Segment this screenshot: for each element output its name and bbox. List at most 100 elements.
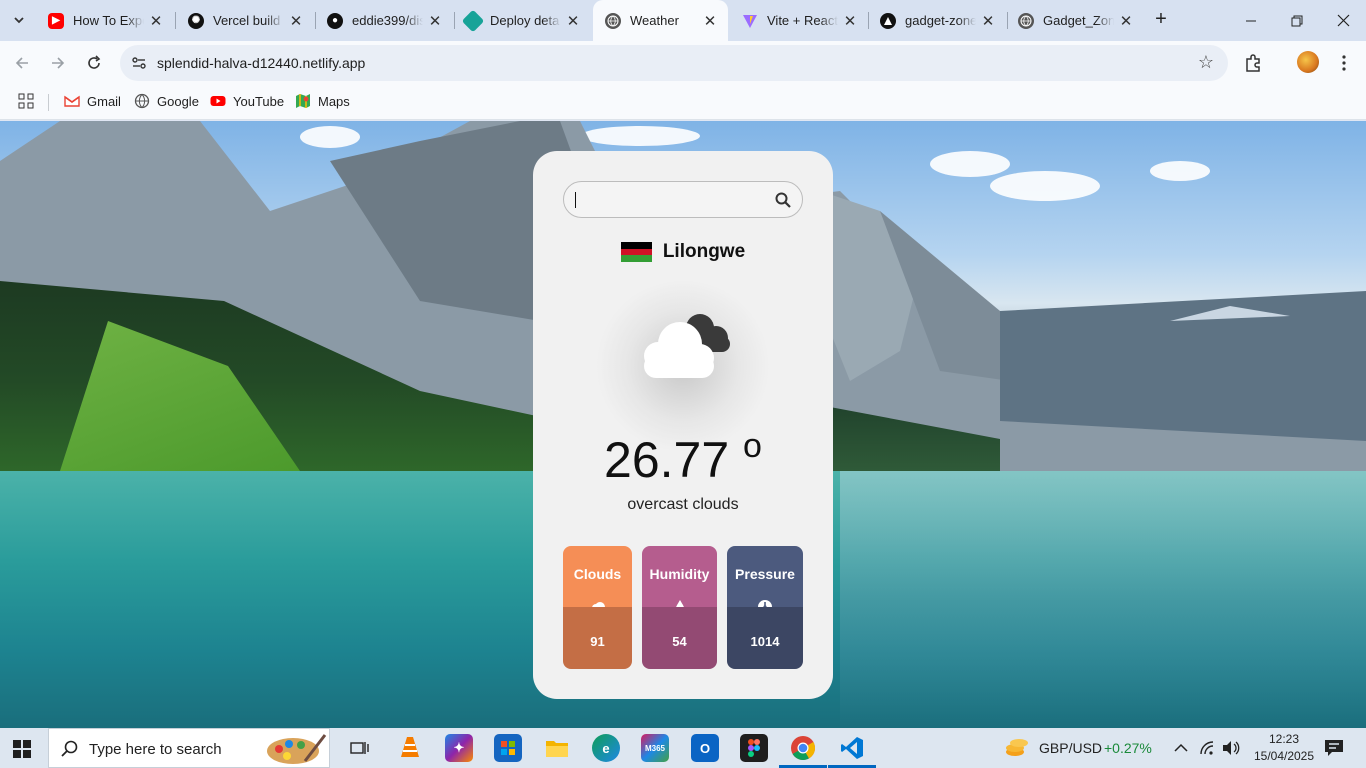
openai-icon: ✺ bbox=[188, 12, 204, 29]
task-view-button[interactable] bbox=[346, 734, 374, 762]
stat-card-pressure: Pressure 1014 bbox=[727, 546, 803, 669]
network-button[interactable] bbox=[1199, 740, 1217, 761]
windows-taskbar: Type here to search ✦ e M365 O GBP/USD +… bbox=[0, 728, 1366, 768]
temperature: 26.77 o bbox=[533, 427, 833, 489]
taskbar-search-box[interactable]: Type here to search bbox=[48, 728, 330, 768]
arrow-left-icon bbox=[15, 57, 28, 69]
youtube-icon: ▶ bbox=[48, 12, 64, 29]
extensions-button[interactable] bbox=[1242, 51, 1266, 75]
folder-icon bbox=[546, 741, 568, 757]
search-icon[interactable] bbox=[774, 191, 792, 209]
url-text[interactable]: splendid-halva-d12440.netlify.app bbox=[157, 55, 365, 71]
tab-github[interactable]: ● eddie399/dis ✕ bbox=[315, 0, 453, 41]
new-tab-button[interactable]: + bbox=[1150, 9, 1172, 31]
lake-reflection bbox=[840, 471, 1366, 728]
puzzle-icon bbox=[1246, 54, 1260, 72]
bookmark-gmail[interactable]: Gmail bbox=[64, 93, 121, 109]
bookmarks-bar: Gmail Google YouTube Maps bbox=[0, 85, 1366, 120]
bookmark-youtube[interactable]: YouTube bbox=[210, 93, 284, 109]
minimize-button[interactable] bbox=[1228, 0, 1274, 41]
close-icon[interactable]: ✕ bbox=[148, 12, 164, 30]
stat-card-body: 1014 bbox=[727, 607, 803, 669]
stat-label: Humidity bbox=[649, 566, 710, 582]
browser-menu-button[interactable] bbox=[1332, 51, 1356, 75]
profile-avatar[interactable] bbox=[1297, 51, 1319, 73]
vercel-icon bbox=[880, 12, 896, 29]
netlify-icon bbox=[461, 9, 485, 32]
close-icon bbox=[1337, 14, 1349, 27]
start-button[interactable] bbox=[13, 740, 31, 763]
task-view-icon bbox=[350, 742, 369, 754]
close-icon[interactable]: ✕ bbox=[980, 12, 996, 30]
taskbar-figma[interactable] bbox=[740, 734, 768, 762]
stat-label: Pressure bbox=[735, 566, 795, 582]
vlc-icon bbox=[401, 737, 419, 757]
city-search-box[interactable] bbox=[563, 181, 803, 218]
taskbar-edge[interactable]: e bbox=[592, 734, 620, 762]
volume-button[interactable] bbox=[1222, 740, 1240, 761]
tab-vercel-build[interactable]: ✺ Vercel build ✕ bbox=[176, 0, 314, 41]
site-info-icon[interactable] bbox=[130, 54, 148, 72]
reload-button[interactable] bbox=[79, 48, 109, 78]
close-icon[interactable]: ✕ bbox=[842, 12, 858, 30]
taskbar-vlc[interactable] bbox=[396, 734, 424, 762]
city-row: Lilongwe bbox=[533, 241, 833, 263]
notifications-button[interactable] bbox=[1324, 739, 1344, 762]
chevron-up-icon bbox=[1174, 743, 1188, 752]
taskbar-file-explorer[interactable] bbox=[543, 734, 571, 762]
show-hidden-icons-button[interactable] bbox=[1173, 740, 1189, 761]
taskbar-store[interactable] bbox=[494, 734, 522, 762]
tab-gadget-zon[interactable]: Gadget_Zon ✕ bbox=[1006, 0, 1144, 41]
clock[interactable]: 12:23 15/04/2025 bbox=[1251, 731, 1317, 765]
text-caret bbox=[575, 192, 576, 208]
taskbar-m365[interactable]: M365 bbox=[641, 734, 669, 762]
stat-label: Clouds bbox=[573, 566, 622, 582]
plus-icon: + bbox=[1155, 8, 1167, 30]
bookmark-maps[interactable]: Maps bbox=[295, 93, 350, 109]
bookmark-google[interactable]: Google bbox=[134, 93, 199, 109]
flag-stripe bbox=[620, 242, 652, 249]
tab-how-to-expo[interactable]: ▶ How To Expo ✕ bbox=[36, 0, 174, 41]
taskbar-chrome[interactable] bbox=[779, 734, 827, 768]
restore-button[interactable] bbox=[1274, 0, 1320, 41]
clock-date: 15/04/2025 bbox=[1253, 749, 1315, 763]
close-icon[interactable]: ✕ bbox=[702, 12, 718, 30]
tab-netlify-deploy[interactable]: Deploy deta ✕ bbox=[453, 0, 591, 41]
close-icon[interactable]: ✕ bbox=[565, 12, 581, 30]
city-name: Lilongwe bbox=[662, 241, 746, 262]
ticker-change[interactable]: +0.27% bbox=[1104, 740, 1152, 756]
stat-value: 54 bbox=[672, 634, 687, 649]
overcast-clouds-icon bbox=[644, 314, 730, 378]
chevron-down-icon bbox=[14, 17, 24, 24]
flag-stripe bbox=[620, 248, 652, 256]
stat-card-header: Clouds bbox=[563, 546, 632, 613]
taskbar-copilot[interactable]: ✦ bbox=[445, 734, 473, 762]
tab-weather[interactable]: Weather ✕ bbox=[593, 0, 728, 41]
speaker-icon bbox=[1223, 741, 1240, 755]
ticker-coins-icon bbox=[1006, 739, 1028, 756]
forward-button[interactable] bbox=[43, 48, 73, 78]
close-icon[interactable]: ✕ bbox=[1118, 12, 1134, 30]
edge-icon: e bbox=[602, 740, 610, 756]
bookmark-star-icon[interactable]: ☆ bbox=[1198, 52, 1214, 73]
microsoft-365-icon: M365 bbox=[644, 743, 665, 753]
close-icon[interactable]: ✕ bbox=[288, 12, 304, 30]
close-icon[interactable]: ✕ bbox=[427, 12, 443, 30]
back-button[interactable] bbox=[7, 48, 37, 78]
address-bar[interactable]: splendid-halva-d12440.netlify.app ☆ bbox=[120, 45, 1228, 81]
restore-icon bbox=[1291, 15, 1303, 26]
stat-card-header: Humidity bbox=[642, 546, 717, 614]
tab-search-button[interactable] bbox=[6, 8, 32, 32]
country-flag-icon bbox=[620, 242, 652, 263]
tab-gadget-zone[interactable]: gadget-zone ✕ bbox=[868, 0, 1006, 41]
close-window-button[interactable] bbox=[1320, 0, 1366, 41]
maps-icon bbox=[296, 94, 310, 108]
vscode-icon bbox=[841, 737, 863, 759]
ticker-symbol[interactable]: GBP/USD bbox=[1039, 740, 1102, 756]
tab-vite-react[interactable]: Vite + React ✕ bbox=[730, 0, 868, 41]
globe-icon bbox=[134, 93, 150, 109]
apps-button[interactable] bbox=[18, 93, 34, 109]
taskbar-vscode[interactable] bbox=[828, 734, 876, 768]
city-search-input[interactable] bbox=[574, 187, 764, 213]
taskbar-outlook[interactable]: O bbox=[691, 734, 719, 762]
